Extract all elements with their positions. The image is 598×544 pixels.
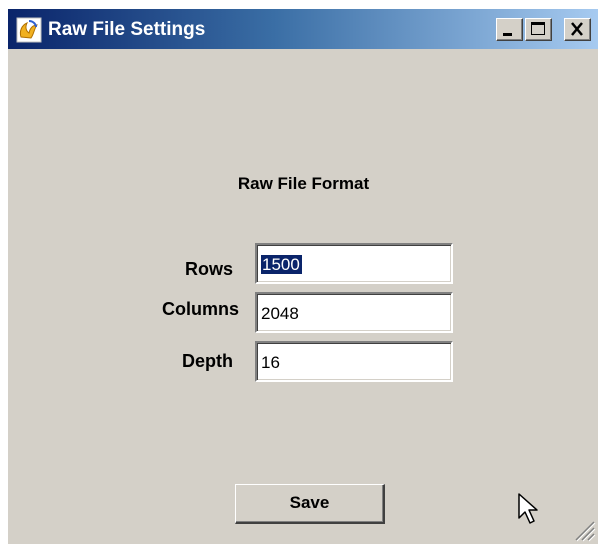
app-icon[interactable]: [16, 17, 42, 43]
close-icon: [571, 22, 583, 36]
minimize-icon: [503, 33, 512, 36]
title-bar[interactable]: Raw File Settings: [8, 9, 598, 49]
close-button[interactable]: [564, 18, 591, 41]
minimize-button[interactable]: [496, 18, 523, 41]
mouse-pointer-icon: [518, 493, 538, 524]
rows-value: 1500: [261, 255, 302, 274]
columns-label: Columns: [161, 299, 239, 319]
columns-input[interactable]: 2048: [255, 292, 453, 333]
section-heading: Raw File Format: [237, 174, 370, 193]
maximize-icon: [531, 22, 545, 35]
depth-label: Depth: [182, 351, 233, 371]
window-title: Raw File Settings: [48, 19, 206, 40]
save-button[interactable]: Save: [235, 484, 385, 524]
rows-input[interactable]: 1500: [255, 243, 453, 284]
rows-label: Rows: [184, 259, 233, 279]
resize-grip-icon[interactable]: [568, 514, 596, 542]
depth-value: 16: [261, 353, 280, 372]
columns-value: 2048: [261, 304, 299, 323]
depth-input[interactable]: 16: [255, 341, 453, 382]
maximize-button[interactable]: [525, 18, 552, 41]
raw-file-settings-window: Raw File Settings Raw File Format Rows 1…: [7, 8, 598, 544]
